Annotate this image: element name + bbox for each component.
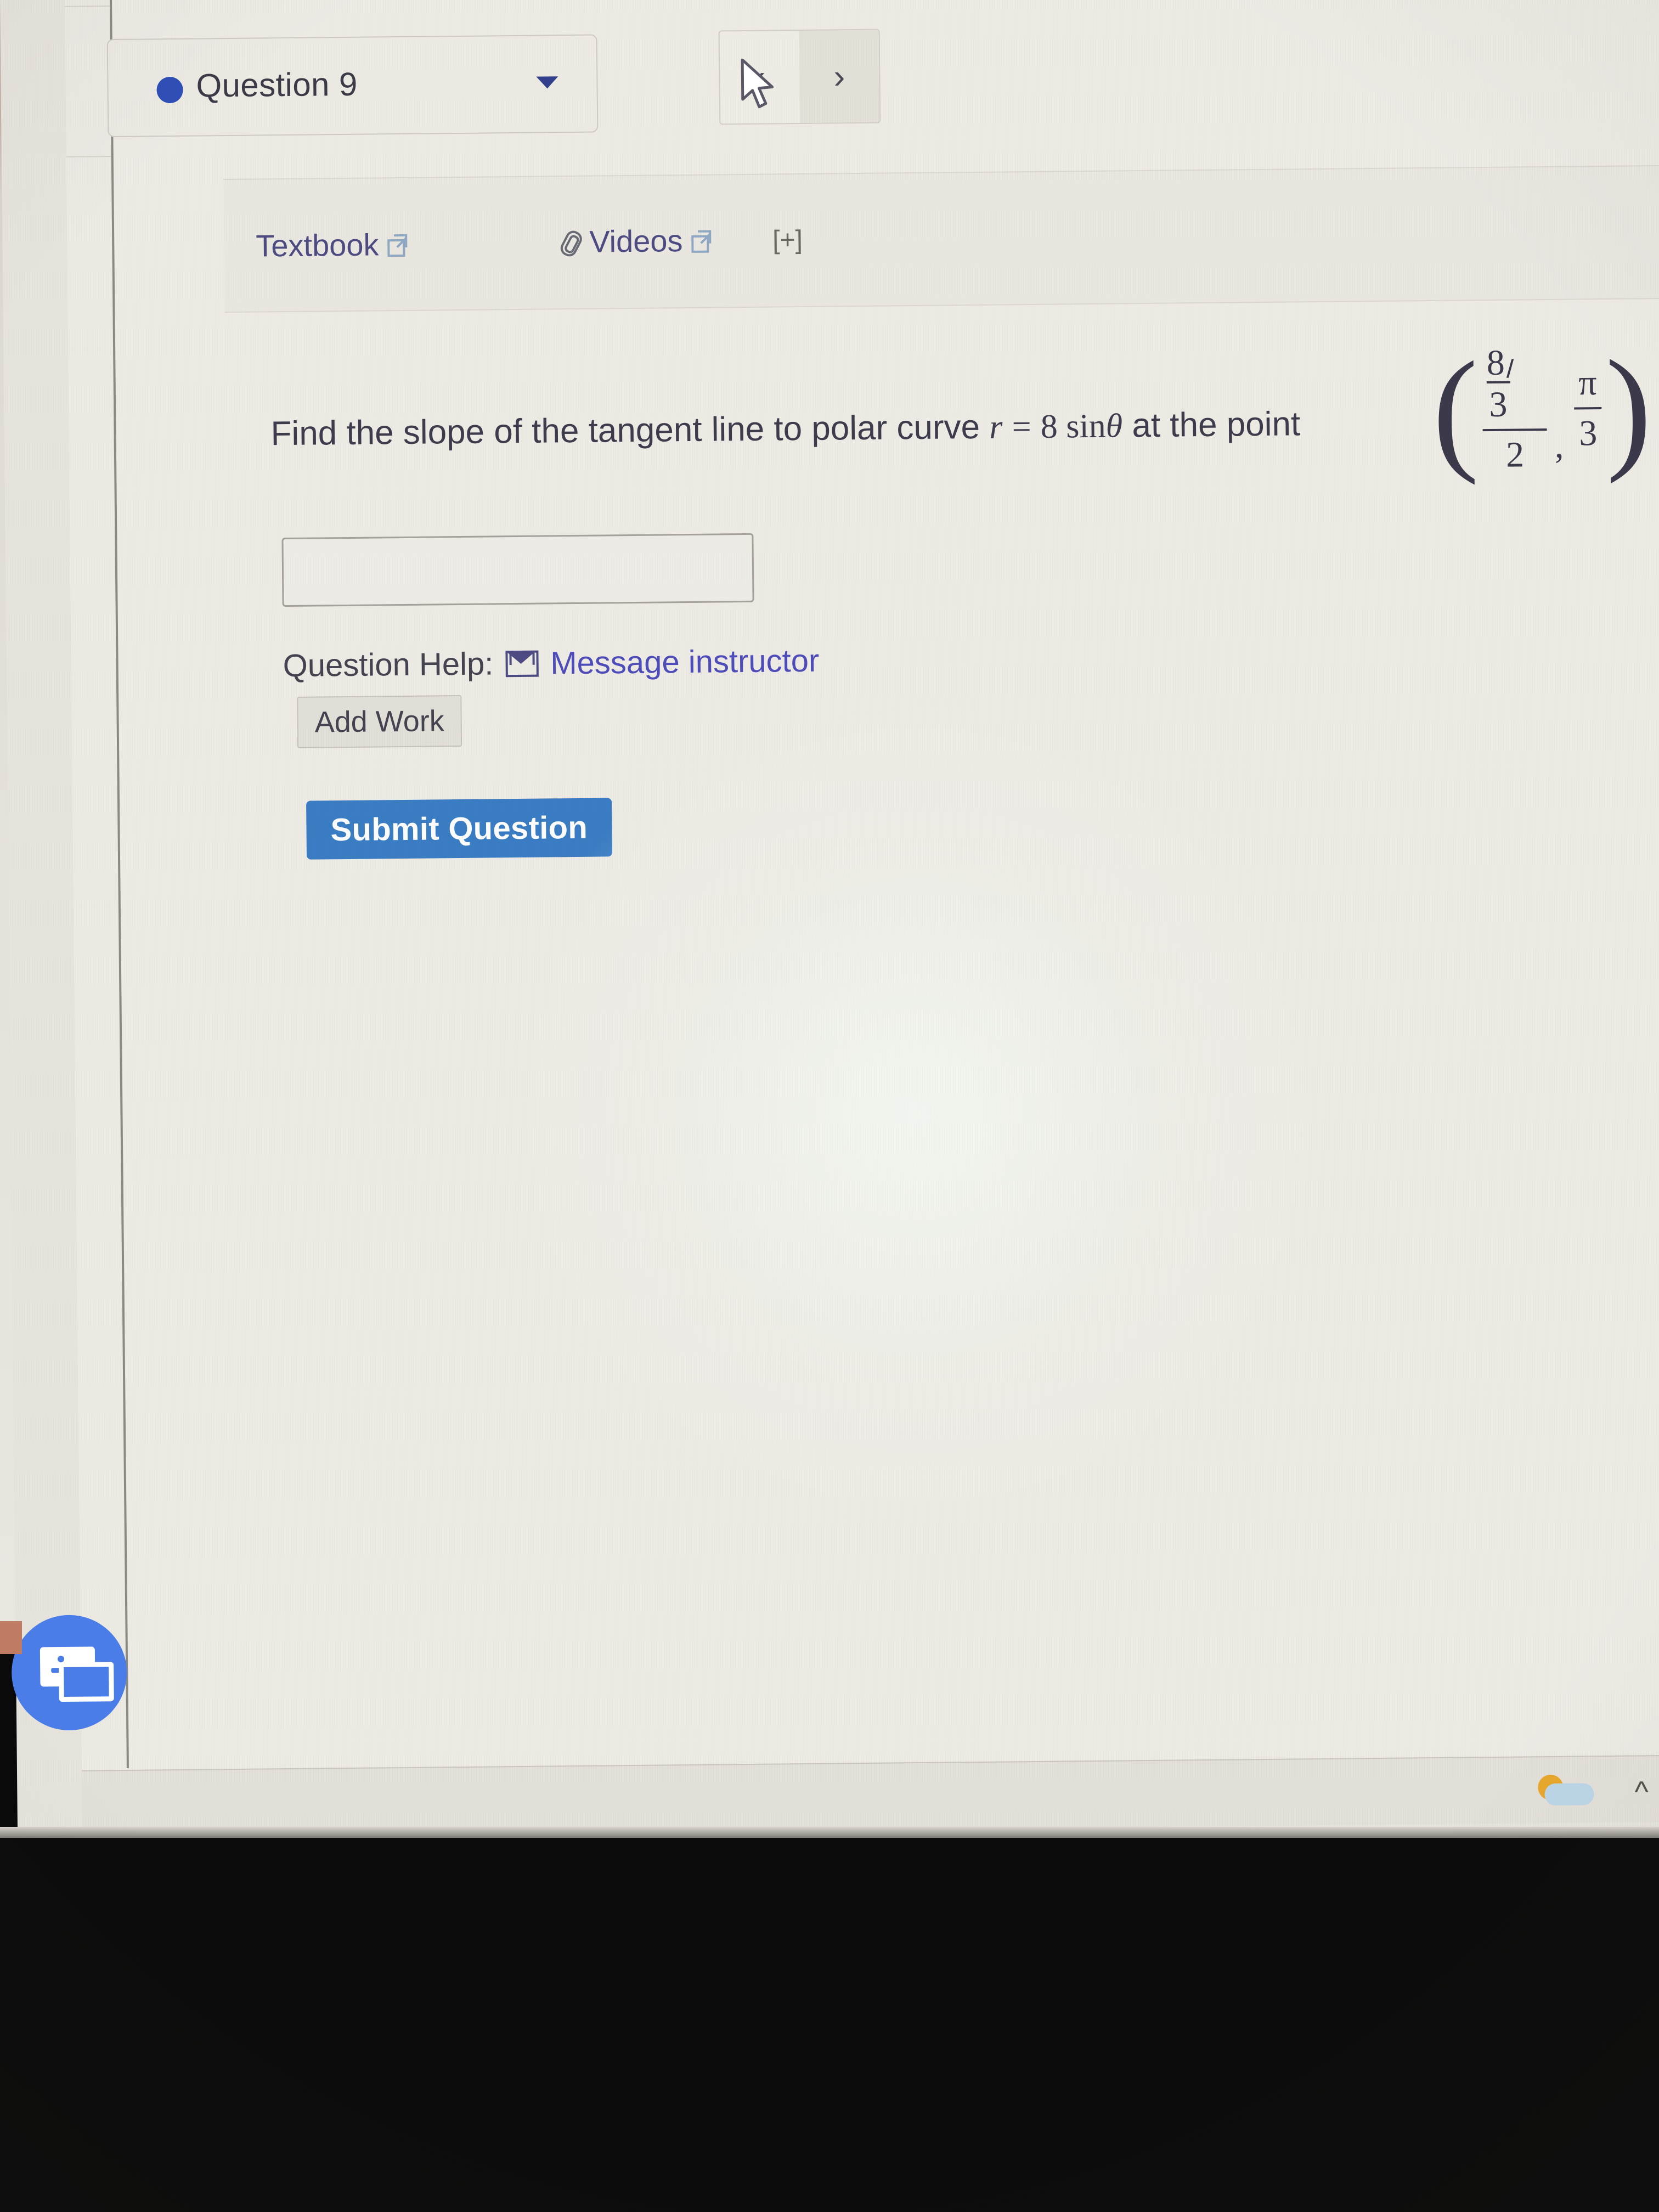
question-label: Question 9 xyxy=(196,65,358,104)
message-instructor-link[interactable]: Message instructor xyxy=(550,642,820,682)
chat-bubble-icon[interactable] xyxy=(11,1614,128,1731)
answer-input[interactable] xyxy=(281,533,754,607)
laptop-screen: Question 9 ‹ › Textbook Videos xyxy=(0,0,1659,1865)
videos-label: Videos xyxy=(589,223,683,259)
chevron-up-icon[interactable]: ^ xyxy=(1634,1775,1649,1808)
equation-right-hand-side: 8 sin xyxy=(1040,407,1107,445)
question-status-marker-icon xyxy=(156,76,183,104)
external-link-icon xyxy=(387,234,408,257)
x-coordinate-fraction: 83 2 xyxy=(1482,342,1547,476)
question-selector-dropdown[interactable]: Question 9 xyxy=(106,34,599,138)
x-denominator: 2 xyxy=(1505,435,1525,475)
videos-link[interactable]: Videos xyxy=(557,223,712,260)
question-header-bar: Question 9 ‹ › xyxy=(106,0,1649,146)
textbook-label: Textbook xyxy=(256,227,379,263)
textbook-link[interactable]: Textbook xyxy=(256,227,408,264)
y-coordinate-fraction: π 3 xyxy=(1574,362,1602,454)
envelope-icon xyxy=(505,650,539,677)
x-numerator-coefficient: 8 xyxy=(1486,342,1505,383)
sentence-period: . xyxy=(1657,427,1659,464)
question-help-label: Question Help: xyxy=(283,646,494,684)
question-text-part1: Find the slope of the tangent line to po… xyxy=(270,408,980,453)
equation-variable-r: r xyxy=(989,408,1003,446)
open-paren: ( xyxy=(1431,333,1479,486)
chevron-down-icon[interactable] xyxy=(536,76,558,89)
assignment-page-panel: Question 9 ‹ › Textbook Videos xyxy=(106,0,1659,1768)
add-work-button[interactable]: Add Work xyxy=(297,695,462,748)
resources-bar: Textbook Videos [+] xyxy=(223,163,1659,313)
mouse-cursor-icon xyxy=(741,58,774,109)
close-paren: ) xyxy=(1605,331,1652,484)
photo-of-laptop-screen: Question 9 ‹ › Textbook Videos xyxy=(0,0,1659,2212)
equation-equals: = xyxy=(1012,408,1031,446)
question-help-row: Question Help: Message instructor xyxy=(283,642,819,684)
x-numerator: 83 xyxy=(1482,342,1547,429)
point-coordinates: ( 83 2 , π 3 ) . xyxy=(1431,331,1659,486)
laptop-bezel-bottom xyxy=(0,1838,1659,2212)
expand-resources-toggle[interactable]: [+] xyxy=(772,225,803,256)
weather-sun-cloud-icon[interactable] xyxy=(1536,1772,1602,1808)
question-statement: Find the slope of the tangent line to po… xyxy=(270,404,1300,454)
next-question-button[interactable]: › xyxy=(799,30,880,123)
equation-theta: θ xyxy=(1105,407,1123,445)
external-link-icon xyxy=(691,230,712,253)
y-denominator: 3 xyxy=(1578,413,1598,454)
coordinate-separator: , xyxy=(1554,425,1564,466)
desk-edge-sliver xyxy=(0,1621,22,1654)
y-numerator: π xyxy=(1578,363,1597,403)
x-radicand: 3 xyxy=(1487,381,1511,425)
question-text-part2: at the point xyxy=(1132,405,1301,445)
paperclip-icon xyxy=(557,228,585,259)
submit-question-button[interactable]: Submit Question xyxy=(306,798,612,860)
